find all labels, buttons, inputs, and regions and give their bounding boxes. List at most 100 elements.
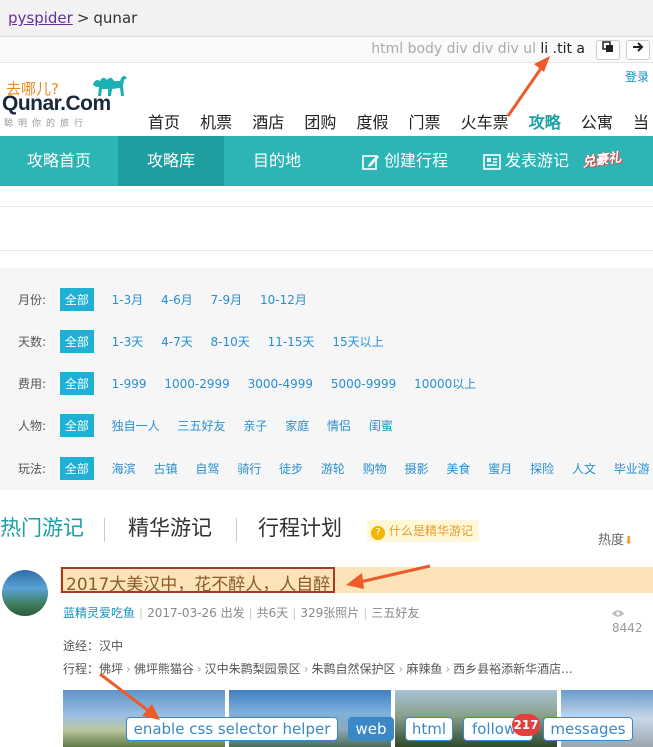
filter-option[interactable]: 骑行: [237, 460, 261, 477]
filter-label: 月份:: [18, 293, 47, 307]
help-text: 什么是精华游记: [389, 524, 474, 538]
html-tab-button[interactable]: html: [405, 717, 453, 741]
filter-option[interactable]: 探险: [530, 460, 554, 477]
meta-separator: |: [292, 606, 297, 620]
filter-option[interactable]: 海滨: [112, 460, 136, 477]
filter-option[interactable]: 3000-4999: [248, 377, 313, 391]
messages-tab-button[interactable]: messages: [543, 717, 633, 741]
author-link[interactable]: 蓝精灵爱吃鱼: [63, 606, 135, 620]
nav-item-tickets[interactable]: 门票: [409, 109, 441, 133]
filter-option[interactable]: 15天以上: [332, 333, 383, 350]
filter-option[interactable]: 5000-9999: [331, 377, 396, 391]
eye-icon: [612, 610, 624, 617]
filter-option[interactable]: 1000-2999: [164, 377, 229, 391]
filter-option[interactable]: 独自一人: [112, 417, 160, 434]
tab-divider: [236, 518, 237, 542]
tab-post-travelogue[interactable]: 发表游记: [476, 136, 576, 186]
itinerary-stop[interactable]: 汉中朱鹮梨园景区: [205, 662, 301, 676]
filter-option[interactable]: 购物: [363, 460, 387, 477]
edit-icon: [362, 154, 379, 170]
filter-option[interactable]: 游轮: [321, 460, 345, 477]
filter-option[interactable]: 三五好友: [178, 417, 226, 434]
filter-option[interactable]: 10000以上: [414, 375, 476, 392]
filter-option[interactable]: 4-6月: [161, 291, 193, 308]
tab-guide-library[interactable]: 攻略库: [118, 136, 224, 186]
path-part[interactable]: html: [371, 41, 403, 57]
filter-option[interactable]: 1-999: [112, 377, 147, 391]
filter-option[interactable]: 7-9月: [211, 291, 243, 308]
filter-option[interactable]: 8-10天: [211, 333, 250, 350]
trip-date: 2017-03-26 出发: [147, 606, 245, 620]
filter-row-people: 人物: 全部 独自一人 三五好友 亲子 家庭 情侣 闺蜜: [18, 414, 407, 437]
logo-slogan: 聪明你的旅行: [4, 119, 89, 129]
route-summary: 途经：汉中: [63, 639, 124, 653]
nav-item-guides[interactable]: 攻略: [529, 109, 561, 133]
filter-option[interactable]: 蜜月: [488, 460, 512, 477]
copy-button[interactable]: [596, 40, 620, 60]
filter-option[interactable]: 全部: [59, 330, 94, 353]
path-part[interactable]: body: [408, 41, 443, 57]
filter-option[interactable]: 徒步: [279, 460, 303, 477]
divider: [0, 206, 653, 207]
nav-item-vacation[interactable]: 度假: [356, 109, 388, 133]
path-part[interactable]: div: [498, 41, 519, 57]
filter-option[interactable]: 11-15天: [268, 333, 315, 350]
filter-option[interactable]: 全部: [59, 414, 94, 437]
tab-itineraries[interactable]: 行程计划: [258, 512, 342, 542]
nav-item-apartments[interactable]: 公寓: [581, 109, 613, 133]
qunar-logo[interactable]: 去哪儿? Qunar.Com 聪明你的旅行: [2, 72, 132, 132]
itinerary-label: 行程：: [63, 662, 100, 676]
pyspider-link[interactable]: pyspider: [8, 9, 73, 27]
tab-create-itinerary[interactable]: 创建行程: [350, 136, 460, 186]
avatar[interactable]: [2, 570, 48, 616]
arrow-right-icon: ›: [445, 662, 451, 676]
filter-option[interactable]: 自驾: [195, 460, 219, 477]
sort-by-popularity[interactable]: 热度⬇: [598, 529, 633, 548]
filter-option[interactable]: 全部: [59, 288, 94, 311]
filter-option[interactable]: 亲子: [243, 417, 267, 434]
filter-option[interactable]: 全部: [59, 457, 94, 480]
filter-option[interactable]: 摄影: [405, 460, 429, 477]
featured-help-link[interactable]: ? 什么是精华游记: [367, 520, 480, 542]
filter-option[interactable]: 4-7天: [161, 333, 193, 350]
view-number: 8442: [612, 621, 643, 635]
filter-option[interactable]: 古镇: [154, 460, 178, 477]
tab-guide-home[interactable]: 攻略首页: [0, 136, 118, 186]
nav-item-group[interactable]: 团购: [304, 109, 336, 133]
web-tab-button[interactable]: web: [348, 717, 394, 741]
enable-css-selector-helper-button[interactable]: enable css selector helper: [126, 717, 338, 741]
nav-item-more[interactable]: 当: [633, 109, 649, 133]
itinerary-stop[interactable]: 朱鹮自然保护区: [312, 662, 396, 676]
filter-option[interactable]: 闺蜜: [369, 417, 393, 434]
nav-item-home[interactable]: 首页: [148, 109, 180, 133]
nav-item-hotels[interactable]: 酒店: [252, 109, 284, 133]
filter-option[interactable]: 1-3月: [112, 291, 144, 308]
meta-separator: |: [248, 606, 253, 620]
itinerary: 行程：佛坪 › 佛坪熊猫谷 › 汉中朱鹮梨园景区 › 朱鹮自然保护区 › 麻辣鱼 › 西乡县裕添新华…: [63, 660, 573, 677]
tab-featured-travelogues[interactable]: 精华游记: [128, 512, 212, 542]
go-button[interactable]: [626, 40, 650, 60]
nav-item-trains[interactable]: 火车票: [461, 109, 509, 133]
path-part[interactable]: ul: [523, 41, 536, 57]
filter-option[interactable]: 情侣: [327, 417, 351, 434]
path-part[interactable]: div: [472, 41, 493, 57]
article-title[interactable]: 2017大美汉中，花不醉人，人自醉: [61, 567, 336, 595]
filter-option[interactable]: 10-12月: [260, 291, 307, 308]
filter-row-month: 月份: 全部 1-3月 4-6月 7-9月 10-12月: [18, 288, 321, 311]
filter-option[interactable]: 全部: [59, 372, 94, 395]
filter-option[interactable]: 美食: [446, 460, 470, 477]
itinerary-stop[interactable]: 佛坪熊猫谷: [134, 662, 194, 676]
tab-destinations[interactable]: 目的地: [224, 136, 330, 186]
itinerary-stop[interactable]: 西乡县裕添新华酒店...: [453, 662, 572, 676]
itinerary-stop[interactable]: 麻辣鱼: [406, 662, 442, 676]
nav-item-flights[interactable]: 机票: [200, 109, 232, 133]
itinerary-stop[interactable]: 佛坪: [99, 662, 123, 676]
filter-option[interactable]: 毕业游: [614, 460, 650, 477]
login-link[interactable]: 登录: [625, 68, 649, 85]
filter-option[interactable]: 家庭: [285, 417, 309, 434]
tab-hot-travelogues[interactable]: 热门游记: [0, 512, 84, 542]
filter-option[interactable]: 1-3天: [112, 333, 144, 350]
filter-option[interactable]: 人文: [572, 460, 596, 477]
path-part[interactable]: div: [447, 41, 468, 57]
path-selected[interactable]: li .tit a: [540, 41, 585, 57]
